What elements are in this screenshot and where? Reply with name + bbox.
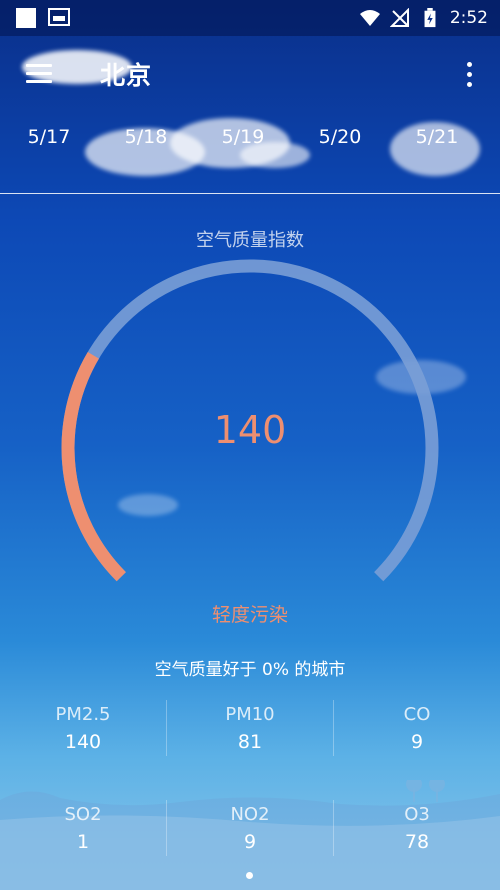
pollutant-name: NO2 (230, 804, 270, 825)
pollutant-value: 9 (410, 731, 424, 753)
grid-divider (166, 700, 167, 756)
pollutant-so2: SO2 1 (0, 804, 166, 853)
gauge-fill (61, 352, 126, 582)
pollutant-value: 9 (243, 831, 257, 853)
pollutant-name: PM10 (225, 704, 275, 725)
pollutant-pm10: PM10 81 (167, 704, 333, 753)
pollutant-pm25: PM2.5 140 (0, 704, 166, 753)
pollutant-name: PM2.5 (55, 704, 111, 725)
aqi-value: 140 (213, 408, 287, 452)
pollutant-co: CO 9 (334, 704, 500, 753)
pollutant-value: 78 (404, 831, 430, 853)
pollutant-name: O3 (404, 804, 430, 825)
pollutant-o3: O3 78 (334, 804, 500, 853)
pollutant-grid: PM2.5 140 PM10 81 CO 9 SO2 1 NO2 9 O3 78 (0, 700, 500, 860)
pollutant-name: CO (403, 704, 431, 725)
pollutant-value: 140 (64, 731, 102, 753)
aqi-level: 轻度污染 (211, 604, 288, 626)
pollutant-name: SO2 (64, 804, 102, 825)
grid-divider (333, 800, 334, 856)
pollutant-value: 81 (237, 731, 263, 753)
aqi-comparison: 空气质量好于 0% 的城市 (154, 660, 346, 680)
pollutant-value: 1 (76, 831, 90, 853)
pollutant-no2: NO2 9 (167, 804, 333, 853)
grid-divider (333, 700, 334, 756)
grid-divider (166, 800, 167, 856)
page-indicator-dot (246, 872, 253, 879)
